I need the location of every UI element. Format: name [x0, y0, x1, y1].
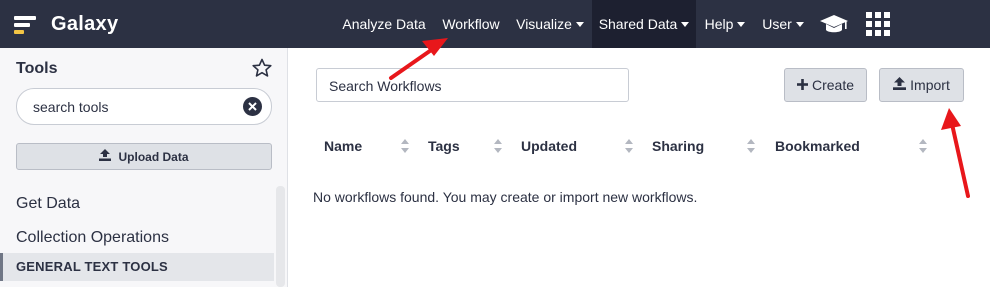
nav-visualize[interactable]: Visualize — [508, 0, 592, 48]
tool-section-label: GENERAL TEXT TOOLS — [0, 253, 274, 281]
plus-icon — [796, 77, 808, 93]
nav-analyze-data[interactable]: Analyze Data — [334, 0, 434, 48]
upload-data-button[interactable]: Upload Data — [16, 143, 272, 170]
tool-search-input[interactable] — [33, 97, 233, 117]
tool-section-get-data[interactable]: Get Data — [16, 195, 80, 213]
import-workflow-button[interactable]: Import — [879, 68, 964, 102]
masthead: Galaxy Analyze Data Workflow Visualize S… — [0, 0, 990, 48]
column-header-tags[interactable]: Tags — [428, 138, 460, 154]
nav-shared-data[interactable]: Shared Data — [592, 0, 696, 48]
upload-icon — [893, 77, 907, 93]
tool-panel: Tools Upload Data Get Data Collection Op… — [0, 48, 288, 287]
caret-down-icon — [737, 21, 746, 27]
create-workflow-button[interactable]: Create — [784, 68, 867, 102]
nav-label: Workflow — [442, 16, 500, 32]
tool-panel-title: Tools — [16, 60, 58, 77]
column-header-name[interactable]: Name — [324, 138, 362, 154]
tool-section-collection-operations[interactable]: Collection Operations — [16, 229, 169, 247]
upload-data-label: Upload Data — [118, 149, 189, 164]
sort-icon[interactable] — [625, 139, 633, 153]
graduation-cap-icon[interactable] — [812, 0, 856, 48]
star-icon[interactable] — [252, 58, 272, 78]
sort-icon[interactable] — [919, 139, 927, 153]
column-header-sharing[interactable]: Sharing — [652, 138, 704, 154]
upload-icon — [99, 149, 112, 164]
sort-icon[interactable] — [747, 139, 755, 153]
nav-label: Visualize — [516, 16, 572, 32]
column-header-bookmarked[interactable]: Bookmarked — [775, 138, 860, 154]
brand-title: Galaxy — [51, 12, 119, 35]
empty-workflows-message: No workflows found. You may create or im… — [313, 189, 698, 205]
sort-icon[interactable] — [401, 139, 409, 153]
brand-home-link[interactable]: Galaxy — [14, 10, 118, 38]
arrow-to-import-icon — [941, 108, 970, 198]
sort-icon[interactable] — [494, 139, 502, 153]
nav-label: Help — [704, 16, 734, 32]
clear-search-icon[interactable] — [243, 97, 262, 116]
apps-grid-icon[interactable] — [856, 0, 900, 48]
caret-down-icon — [681, 21, 690, 27]
create-label: Create — [811, 77, 855, 93]
workflow-search-box — [316, 68, 629, 102]
nav-help[interactable]: Help — [696, 0, 754, 48]
column-header-updated[interactable]: Updated — [521, 138, 577, 154]
tool-search-box — [16, 88, 272, 125]
workflow-search-input[interactable] — [329, 77, 609, 95]
nav-workflow[interactable]: Workflow — [434, 0, 508, 48]
tool-panel-scrollbar[interactable] — [276, 186, 285, 287]
import-label: Import — [910, 77, 950, 93]
caret-down-icon — [795, 21, 804, 27]
caret-down-icon — [575, 21, 584, 27]
nav-label: User — [762, 16, 792, 32]
galaxy-logo-icon — [14, 13, 38, 35]
nav-label: Shared Data — [598, 16, 678, 32]
nav-label: Analyze Data — [342, 16, 426, 32]
nav-user[interactable]: User — [754, 0, 812, 48]
